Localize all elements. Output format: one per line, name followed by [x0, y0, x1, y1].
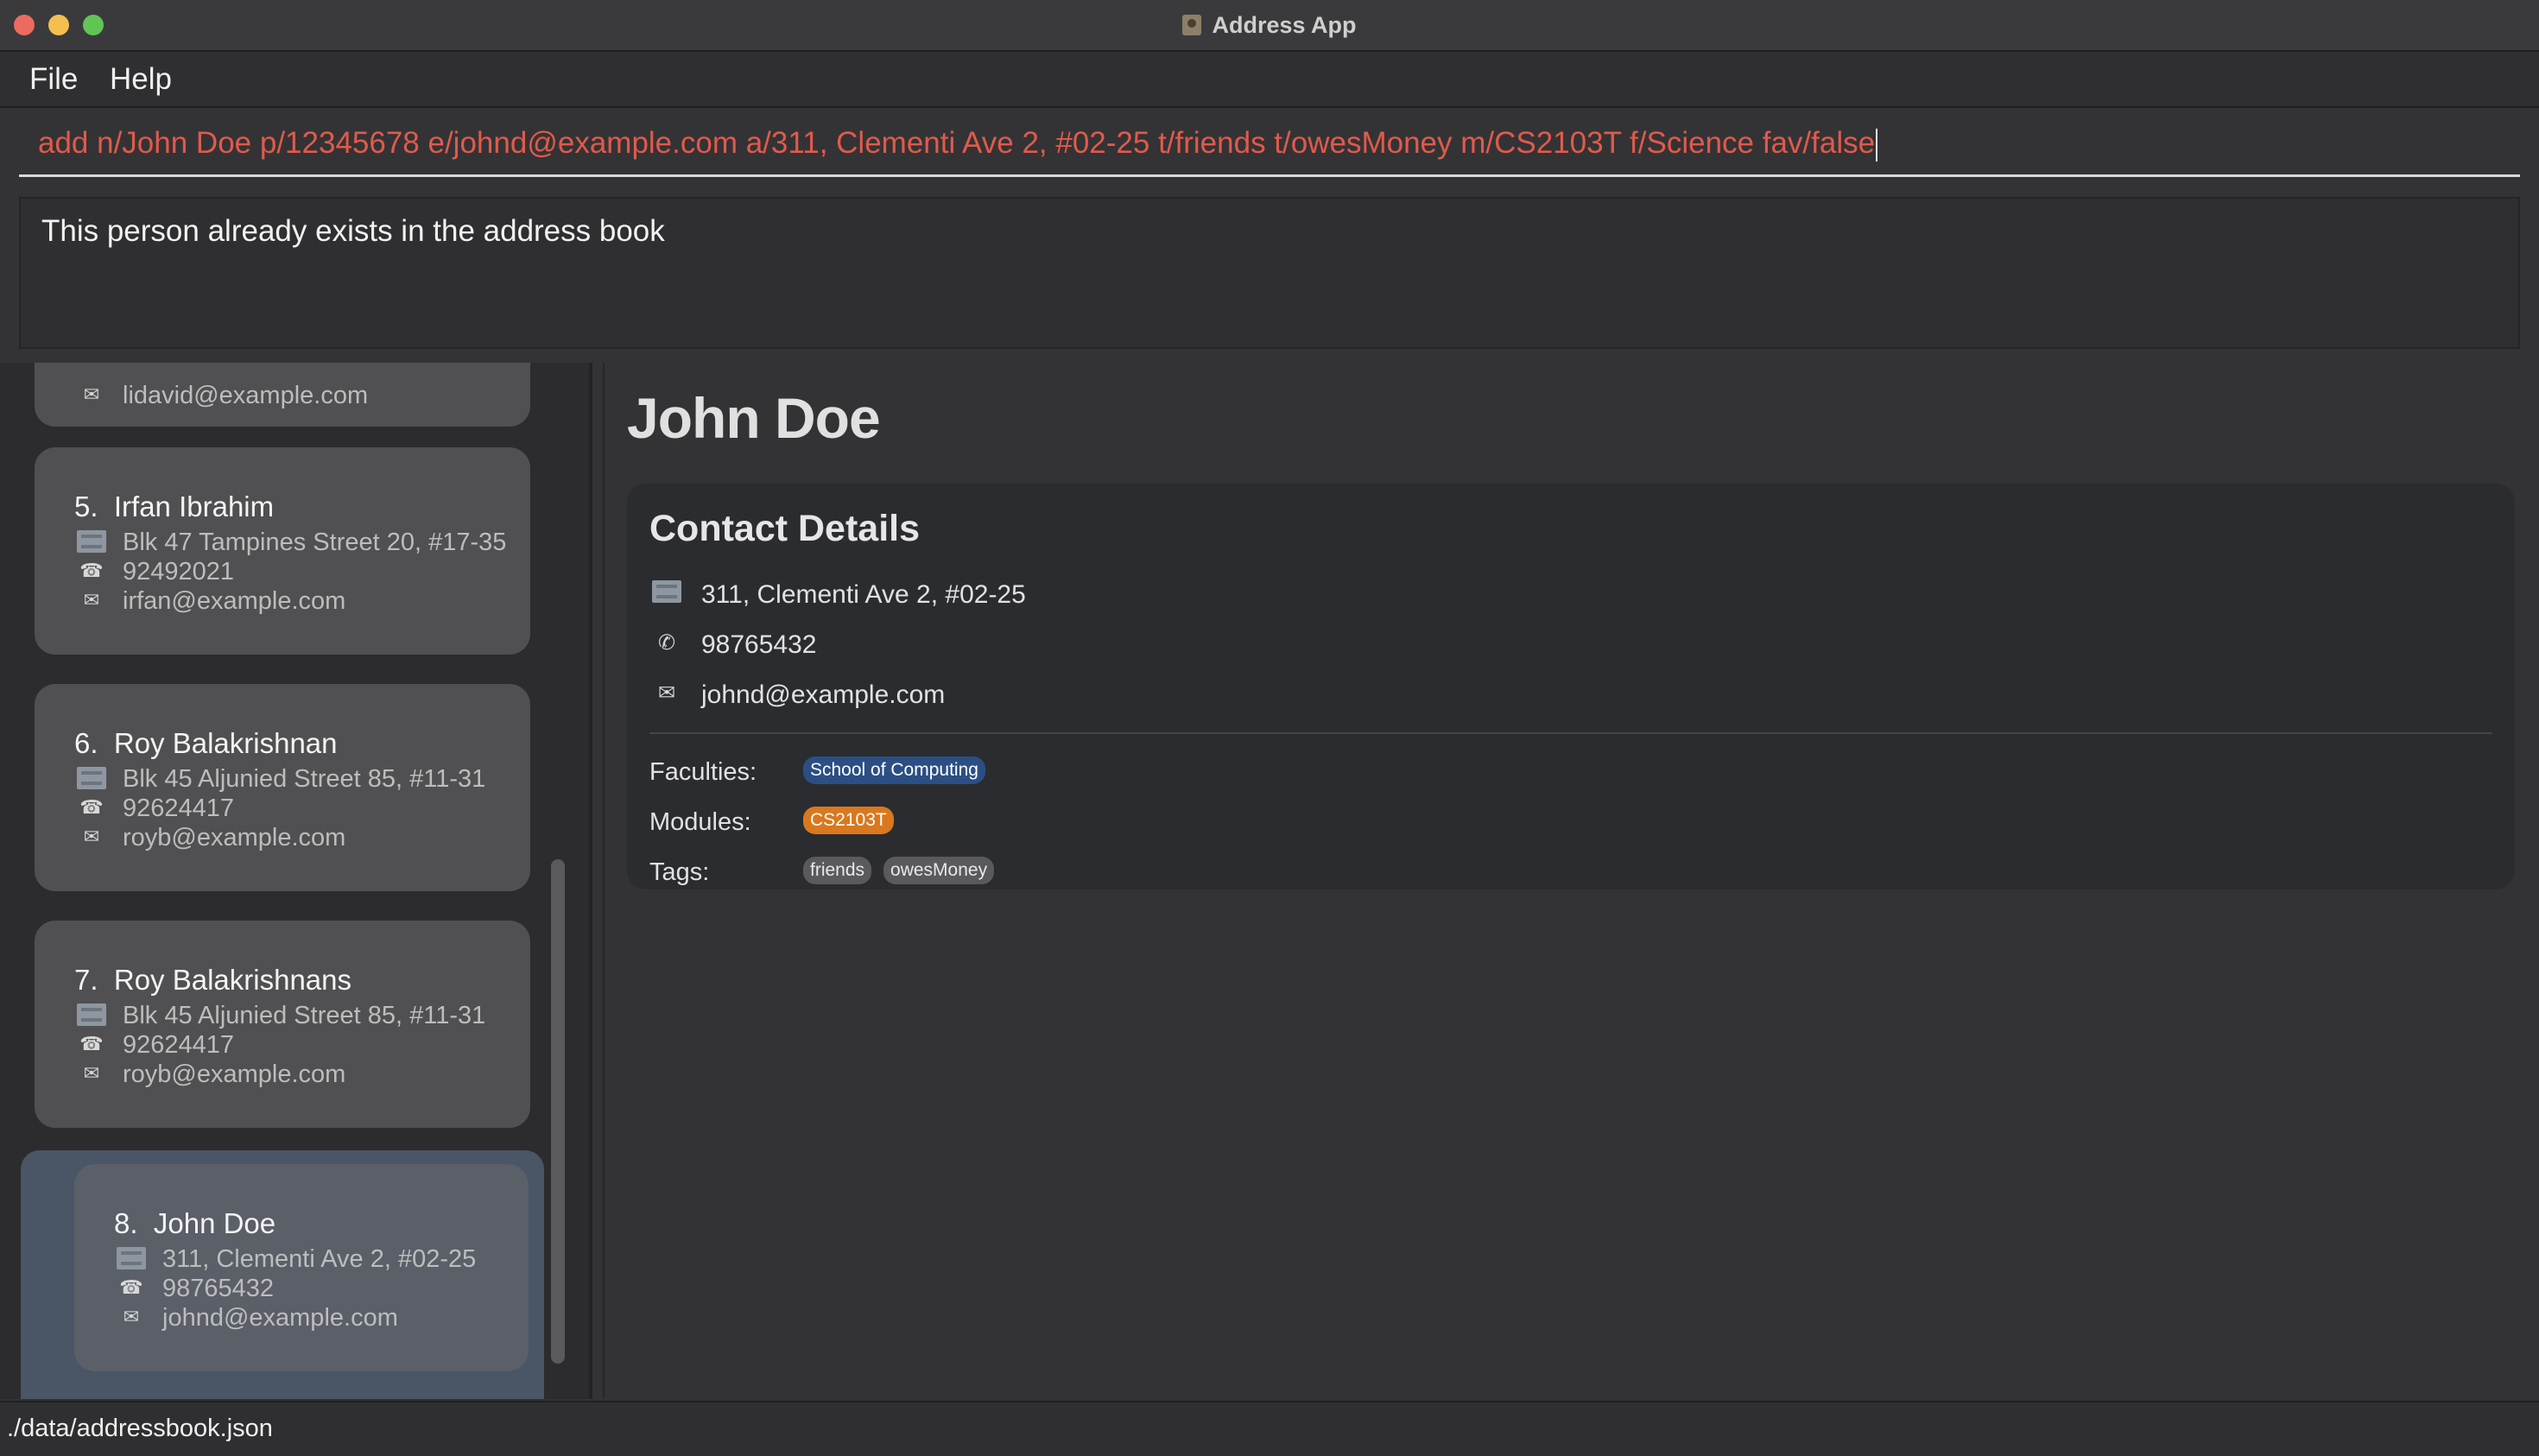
command-text: add n/John Doe p/12345678 e/johnd@exampl…: [38, 126, 1876, 160]
building-icon: [74, 530, 109, 558]
card-email: royb@example.com: [123, 1060, 346, 1088]
tag-chip: friends: [803, 857, 872, 884]
card-address: Blk 45 Aljunied Street 85, #11-31: [123, 1002, 486, 1029]
detail-phone: 98765432: [701, 630, 817, 659]
card-name-text: Roy Balakrishnans: [113, 964, 352, 996]
card-phone: 92492021: [123, 558, 235, 586]
card-index: 6.: [74, 727, 98, 759]
card-name: 7. Roy Balakrishnans: [74, 964, 351, 997]
contact-details-title: Contact Details: [649, 508, 921, 549]
command-input[interactable]: add n/John Doe p/12345678 e/johnd@exampl…: [38, 126, 2508, 168]
window-title-group: Address App: [0, 0, 2539, 50]
card-name-text: John Doe: [153, 1207, 276, 1239]
envelope-icon: ✉: [83, 826, 100, 847]
card-name-text: Roy Balakrishnan: [113, 727, 338, 759]
person-detail-panel: John Doe Contact Details 311, Clementi A…: [603, 363, 2539, 1399]
phone-icon: ☎: [119, 1276, 143, 1298]
person-card[interactable]: ✉ lidavid@example.com: [35, 363, 530, 427]
card-address: 311, Clementi Ave 2, #02-25: [162, 1245, 477, 1273]
person-card[interactable]: 7. Roy Balakrishnans Blk 45 Aljunied Str…: [35, 921, 530, 1128]
status-bar: ./data/addressbook.json: [0, 1401, 2539, 1456]
menu-help[interactable]: Help: [106, 59, 175, 100]
envelope-icon: ✉: [123, 1306, 140, 1327]
building-icon: [649, 580, 684, 609]
person-card[interactable]: 6. Roy Balakrishnan Blk 45 Aljunied Stre…: [35, 684, 530, 891]
menu-bar: File Help: [0, 52, 2539, 108]
building-icon: [74, 767, 109, 794]
modules-label: Modules:: [649, 808, 751, 836]
card-name-text: Irfan Ibrahim: [113, 491, 275, 522]
command-box: add n/John Doe p/12345678 e/johnd@exampl…: [19, 119, 2520, 177]
card-email: lidavid@example.com: [123, 382, 369, 409]
data-file-path: ./data/addressbook.json: [7, 1415, 273, 1442]
person-card-selected[interactable]: 8. John Doe 311, Clementi Ave 2, #02-25 …: [74, 1164, 529, 1371]
menu-file[interactable]: File: [26, 59, 81, 100]
card-index: 7.: [74, 964, 98, 996]
tags-chips: friends owesMoney: [803, 857, 995, 884]
app-icon: [1182, 15, 1202, 35]
selected-list-cell[interactable]: 8. John Doe 311, Clementi Ave 2, #02-25 …: [21, 1150, 544, 1399]
faculties-chips: School of Computing: [803, 756, 985, 784]
list-scrollbar[interactable]: [551, 859, 565, 1364]
card-phone: 92624417: [123, 794, 235, 822]
tags-label: Tags:: [649, 858, 710, 886]
card-name: 6. Roy Balakrishnan: [74, 727, 338, 760]
building-icon: [74, 1003, 109, 1031]
envelope-icon: ✉: [83, 383, 100, 405]
person-card[interactable]: 5. Irfan Ibrahim Blk 47 Tampines Street …: [35, 447, 530, 655]
card-index: 5.: [74, 491, 98, 522]
card-phone: 92624417: [123, 1031, 235, 1059]
address-app-window: Address App File Help add n/John Doe p/1…: [0, 0, 2539, 1456]
title-bar: Address App: [0, 0, 2539, 52]
building-icon: [114, 1247, 149, 1275]
detail-email: johnd@example.com: [701, 681, 946, 709]
phone-icon: ☎: [79, 560, 104, 581]
envelope-icon: ✉: [83, 589, 100, 611]
window-title: Address App: [1212, 11, 1357, 38]
person-list-panel[interactable]: ✉ lidavid@example.com 5. Irfan Ibrahim B…: [0, 363, 592, 1399]
card-phone: 98765432: [162, 1275, 275, 1302]
text-caret: [1876, 128, 1878, 161]
envelope-icon: ✉: [657, 681, 676, 705]
card-index: 8.: [114, 1207, 138, 1239]
envelope-icon: ✉: [83, 1062, 100, 1084]
detail-person-name: John Doe: [627, 386, 881, 450]
card-email: irfan@example.com: [123, 587, 346, 615]
details-divider: [649, 732, 2492, 734]
result-display: This person already exists in the addres…: [19, 197, 2520, 349]
card-name: 8. John Doe: [114, 1207, 275, 1240]
modules-chips: CS2103T: [803, 807, 894, 834]
contact-details-card: Contact Details 311, Clementi Ave 2, #02…: [627, 484, 2515, 889]
phone-icon: ☎: [79, 1033, 104, 1054]
result-message: This person already exists in the addres…: [41, 214, 665, 248]
card-address: Blk 45 Aljunied Street 85, #11-31: [123, 765, 486, 793]
card-name: 5. Irfan Ibrahim: [74, 491, 274, 523]
phone-icon: ☎: [79, 796, 104, 818]
faculties-label: Faculties:: [649, 758, 757, 786]
detail-address: 311, Clementi Ave 2, #02-25: [701, 580, 1026, 609]
faculty-chip: School of Computing: [803, 756, 985, 784]
card-address: Blk 47 Tampines Street 20, #17-35: [123, 529, 507, 556]
module-chip: CS2103T: [803, 807, 894, 834]
card-email: royb@example.com: [123, 824, 346, 851]
phone-icon: ✆: [657, 631, 676, 655]
card-email: johnd@example.com: [162, 1304, 398, 1332]
tag-chip: owesMoney: [883, 857, 995, 884]
